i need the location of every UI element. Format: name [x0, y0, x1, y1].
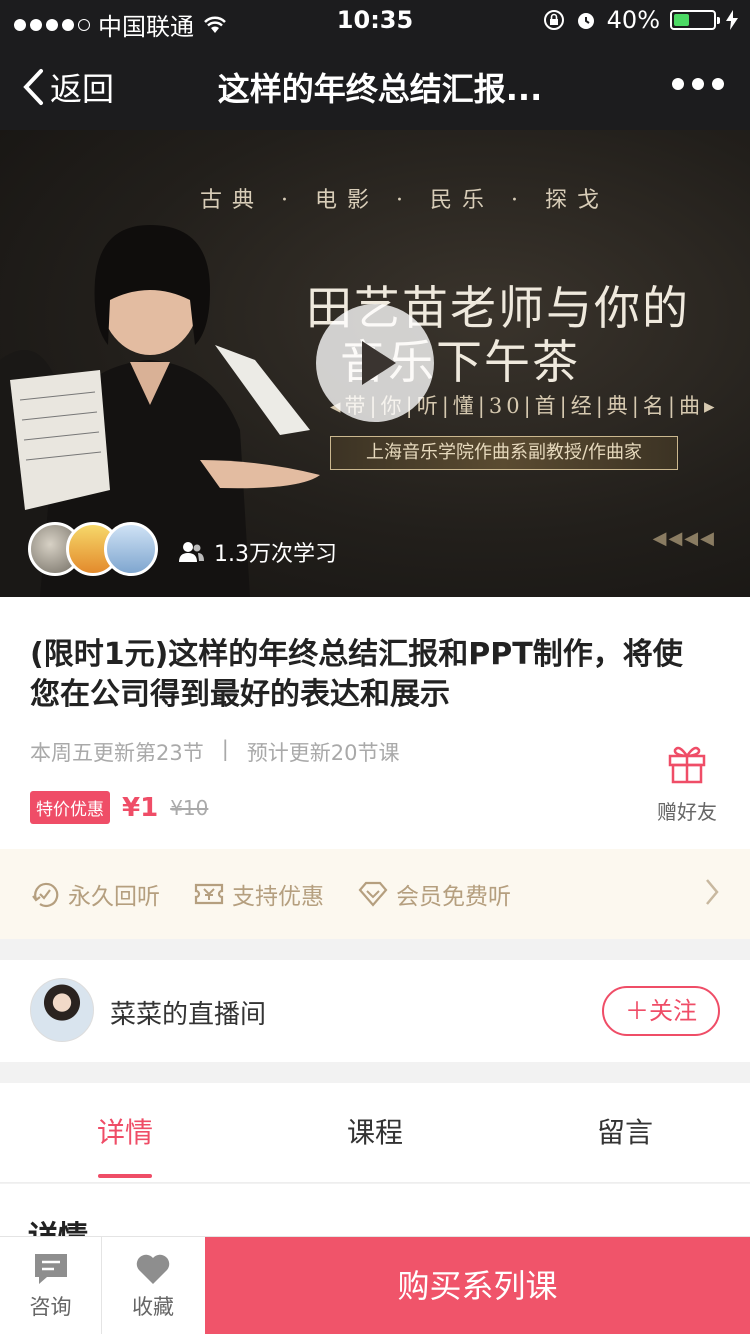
back-button[interactable]: 返回 — [22, 64, 114, 110]
host-row[interactable]: 菜菜的直播间 ＋关注 — [0, 960, 750, 1062]
promo-badge: 特价优惠 — [30, 791, 110, 824]
price-row: 特价优惠 ¥1 ¥10 — [30, 791, 208, 824]
follow-button[interactable]: ＋关注 — [602, 986, 720, 1036]
more-button[interactable] — [672, 78, 724, 90]
host-avatar[interactable] — [30, 978, 94, 1042]
decor-arrows-icon: ◀◀◀◀ — [652, 528, 716, 549]
perk-discount: 支持优惠 — [194, 877, 324, 911]
update-meta: 本周五更新第23节 | 预计更新20节课 — [30, 737, 400, 767]
original-price: ¥10 — [170, 795, 209, 820]
course-banner[interactable]: 古典 · 电影 · 民乐 · 探戈 田艺苗老师与你的 音乐下午茶 ◂带|你|听|… — [0, 130, 750, 597]
users-icon — [179, 542, 204, 562]
buy-series-button[interactable]: 购买系列课 — [205, 1237, 750, 1334]
diamond-icon — [358, 881, 388, 907]
play-button[interactable] — [316, 304, 434, 422]
nav-bar: 返回 这样的年终总结汇报... — [0, 40, 750, 130]
favorite-button[interactable]: 收藏 — [102, 1237, 204, 1334]
rotation-lock-icon — [543, 10, 564, 30]
perks-bar[interactable]: 永久回听 支持优惠 会员免费听 — [0, 849, 750, 939]
alarm-icon — [577, 13, 594, 29]
gift-friend-button[interactable]: 赠好友 — [652, 741, 722, 825]
status-bar: 中国联通 10:35 40% — [0, 0, 750, 41]
chevron-left-icon — [23, 69, 43, 105]
heart-icon — [136, 1254, 170, 1284]
perk-label: 永久回听 — [68, 884, 160, 910]
content-tabs: 详情 课程 留言 — [0, 1083, 750, 1183]
host-name[interactable]: 菜菜的直播间 — [110, 994, 266, 1031]
battery-percent: 40% — [606, 6, 660, 34]
more-dot-icon — [712, 78, 724, 90]
perk-label: 支持优惠 — [232, 884, 324, 910]
banner-badge: 上海音乐学院作曲系副教授/作曲家 — [330, 436, 678, 470]
course-title: (限时1元)这样的年终总结汇报和PPT制作，将使您在公司得到最好的表达和展示 — [30, 637, 683, 712]
gift-icon — [668, 746, 706, 784]
replay-icon — [32, 882, 59, 907]
page-title: 这样的年终总结汇报... — [217, 70, 543, 108]
consult-label: 咨询 — [29, 1295, 72, 1319]
more-dot-icon — [692, 78, 704, 90]
learner-avatars — [28, 522, 158, 576]
charging-icon — [726, 10, 738, 30]
status-right: 40% — [543, 6, 738, 34]
more-dot-icon — [672, 78, 684, 90]
favorite-label: 收藏 — [132, 1295, 174, 1319]
perk-label: 会员免费听 — [396, 884, 511, 910]
back-label: 返回 — [50, 70, 115, 108]
banner-tags: 古典 · 电影 · 民乐 · 探戈 — [200, 188, 609, 213]
chat-icon — [34, 1254, 67, 1284]
tab-lessons[interactable]: 课程 — [250, 1083, 500, 1182]
tab-comments[interactable]: 留言 — [500, 1083, 750, 1182]
learner-count-text: 1.3万次学习 — [214, 542, 337, 567]
detail-section: 详情 — [0, 1184, 750, 1244]
update-weekly: 本周五更新第23节 — [30, 741, 204, 765]
meta-divider: | — [221, 737, 229, 761]
perk-member: 会员免费听 — [358, 877, 511, 911]
battery-icon — [670, 10, 720, 30]
gift-label: 赠好友 — [657, 800, 717, 824]
chevron-right-icon — [706, 879, 719, 905]
tab-details[interactable]: 详情 — [0, 1083, 250, 1182]
coupon-icon — [194, 883, 224, 905]
learner-count: 1.3万次学习 — [178, 536, 337, 568]
current-price: ¥1 — [122, 792, 159, 823]
consult-button[interactable]: 咨询 — [0, 1237, 102, 1334]
bottom-bar: 咨询 收藏 购买系列课 — [0, 1236, 750, 1334]
course-info: (限时1元)这样的年终总结汇报和PPT制作，将使您在公司得到最好的表达和展示 本… — [0, 597, 750, 849]
update-plan: 预计更新20节课 — [246, 741, 400, 765]
avatar — [104, 522, 158, 576]
perk-replay: 永久回听 — [30, 877, 160, 911]
